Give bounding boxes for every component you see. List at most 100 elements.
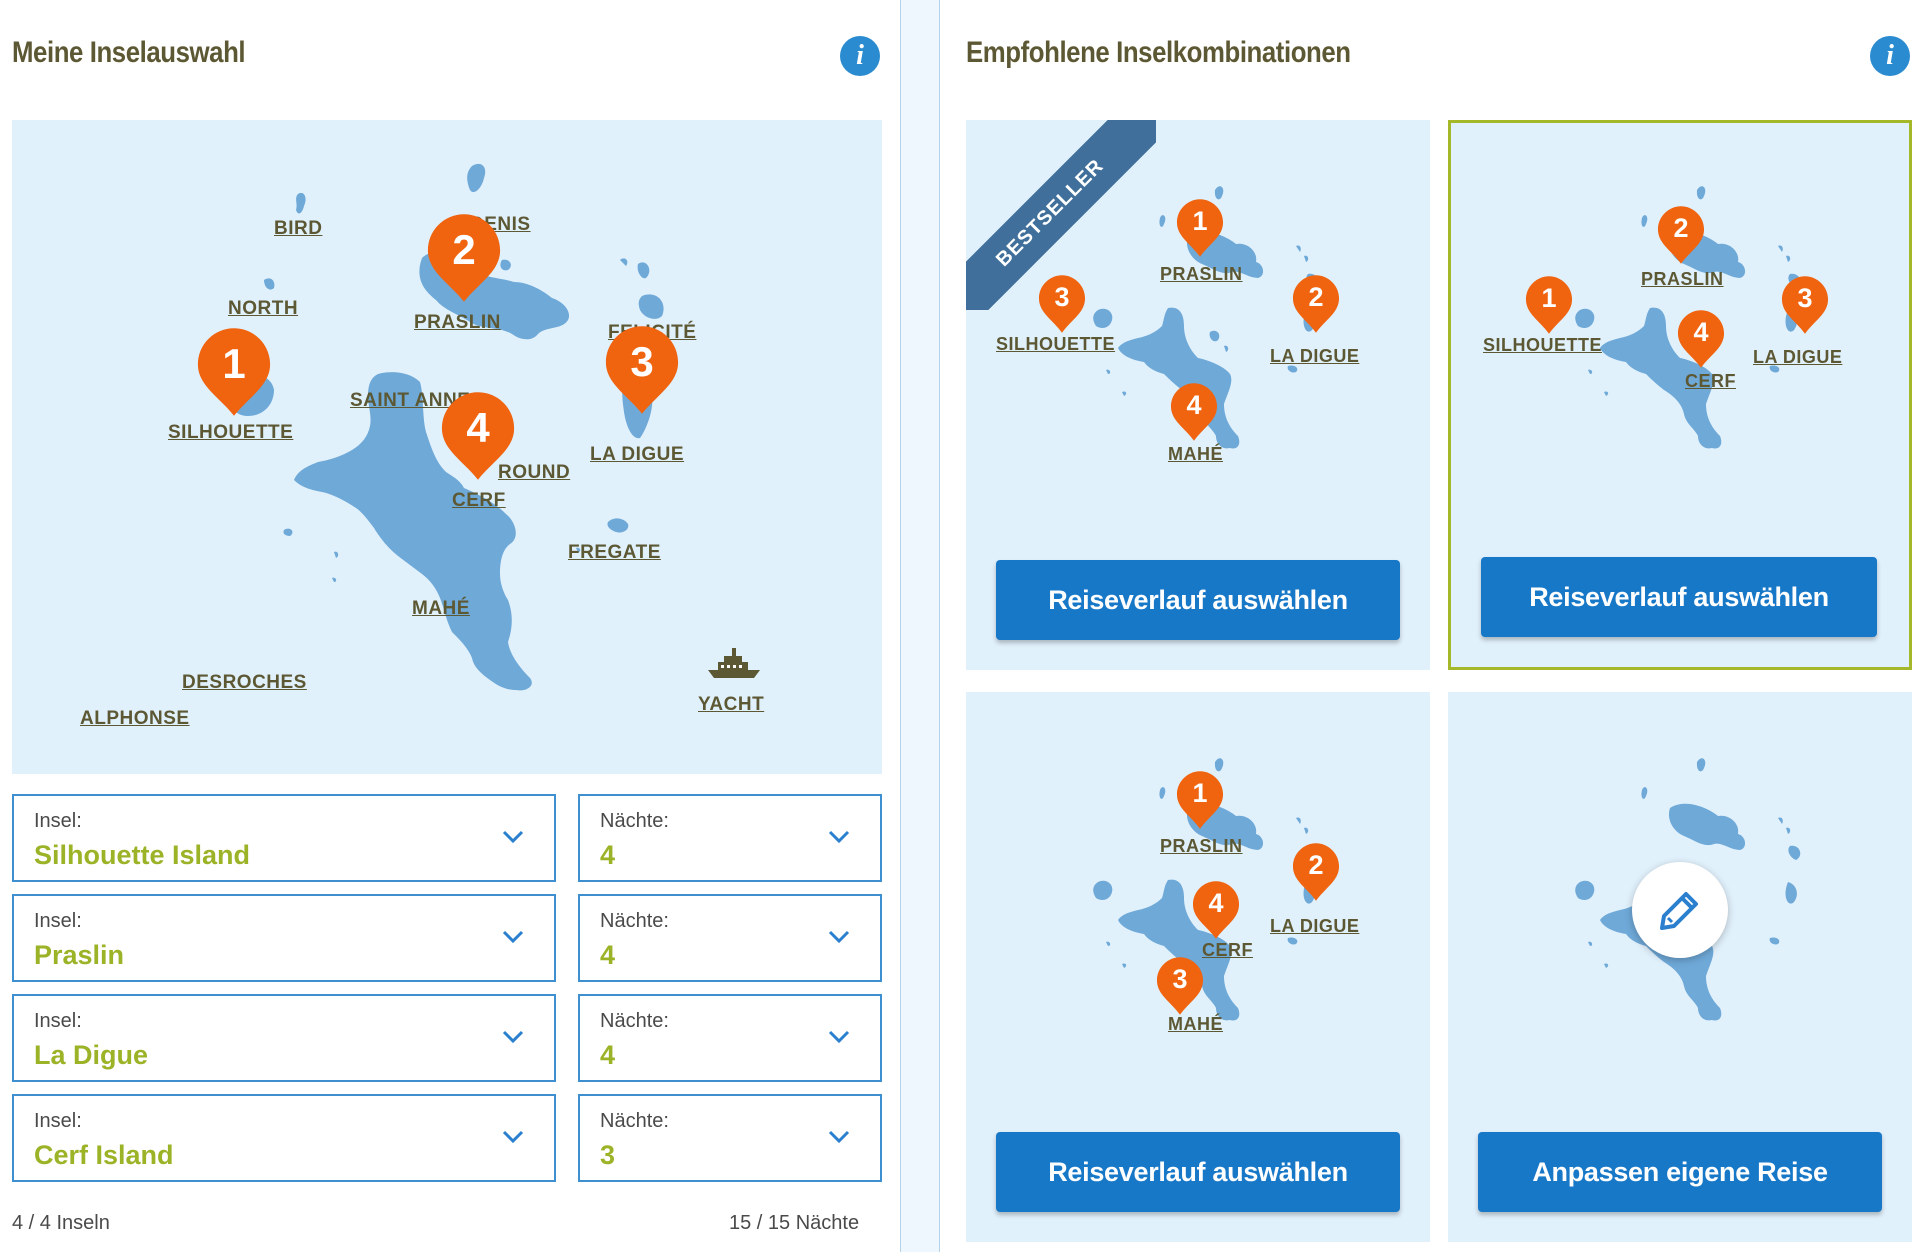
pin-number: 4	[1693, 317, 1709, 347]
pin-number: 3	[630, 338, 654, 385]
pin-number: 1	[222, 340, 246, 387]
island-value: La Digue	[34, 1040, 149, 1070]
combination-card-1[interactable]: BESTSELLER PRASLIN SILHOUETTE LA DIGUE M…	[966, 120, 1430, 670]
card-pin: 4	[1192, 880, 1240, 940]
island-value: Praslin	[34, 940, 125, 970]
island-select-2[interactable]: Insel: Praslin	[12, 894, 556, 982]
card-pin: 2	[1292, 842, 1340, 902]
pencil-icon	[1660, 892, 1698, 930]
chevron-down-icon	[502, 1130, 524, 1144]
pin-number: 2	[1308, 282, 1324, 312]
nights-select-2[interactable]: Nächte: 4	[578, 894, 882, 982]
card-label-praslin: PRASLIN	[1160, 264, 1243, 284]
chevron-down-icon	[502, 930, 524, 944]
combination-card-2[interactable]: PRASLIN SILHOUETTE LA DIGUE CERF 1 2 3 4…	[1448, 120, 1912, 670]
islands-count: 4 / 4 Inseln	[12, 1212, 110, 1234]
nights-caption: Nächte:	[600, 910, 669, 932]
nights-caption: Nächte:	[600, 1110, 669, 1132]
card-label-praslin: PRASLIN	[1641, 269, 1724, 289]
pin-number: 1	[1541, 283, 1557, 313]
card-label-praslin: PRASLIN	[1160, 836, 1243, 856]
island-value: Silhouette Island	[34, 840, 251, 870]
card-label-cerf: CERF	[1685, 371, 1736, 391]
pin-number: 4	[1208, 888, 1224, 918]
card-pin: 3	[1038, 274, 1086, 334]
map-label-praslin[interactable]: PRASLIN	[414, 312, 501, 334]
card-pin: 1	[1176, 198, 1224, 258]
map-label-bird[interactable]: BIRD	[274, 218, 322, 240]
panel-title: Empfohlene Inselkombinationen	[966, 36, 1351, 69]
chevron-down-icon	[828, 830, 850, 844]
pin-number: 3	[1797, 283, 1813, 313]
card-pin: 2	[1657, 205, 1705, 265]
chevron-down-icon	[828, 1130, 850, 1144]
pin-number: 2	[452, 226, 476, 273]
island-map: BIRD DENIS NORTH PRASLIN FELICITÉ SAINT …	[12, 120, 882, 774]
nights-caption: Nächte:	[600, 1010, 669, 1032]
map-label-silhouette[interactable]: SILHOUETTE	[168, 422, 293, 444]
select-itinerary-button[interactable]: Reiseverlauf auswählen	[996, 560, 1400, 640]
ship-icon	[708, 648, 760, 678]
chevron-down-icon	[502, 830, 524, 844]
island-caption: Insel:	[34, 1010, 82, 1032]
pin-number: 4	[466, 404, 490, 451]
nights-select-4[interactable]: Nächte: 3	[578, 1094, 882, 1182]
pin-number: 3	[1054, 282, 1070, 312]
island-select-3[interactable]: Insel: La Digue	[12, 994, 556, 1082]
island-caption: Insel:	[34, 810, 82, 832]
chevron-down-icon	[828, 1030, 850, 1044]
combination-card-3[interactable]: PRASLIN LA DIGUE CERF MAHÉ 1 2 3 4 Reise…	[966, 692, 1430, 1242]
island-selection-panel: Meine Inselauswahl i BIRD DENIS NORTH PR…	[0, 0, 900, 1252]
map-pin-4[interactable]: 4	[440, 390, 516, 482]
nights-count: 15 / 15 Nächte	[729, 1212, 860, 1234]
card-pin: 1	[1176, 770, 1224, 830]
card-label-silhouette: SILHOUETTE	[1483, 335, 1603, 355]
map-label-north[interactable]: NORTH	[228, 298, 298, 320]
card-label-la-digue: LA DIGUE	[1270, 916, 1360, 936]
map-pin-3[interactable]: 3	[604, 324, 680, 416]
nights-select-1[interactable]: Nächte: 4	[578, 794, 882, 882]
map-label-fregate[interactable]: FREGATE	[568, 542, 661, 564]
pin-number: 1	[1192, 206, 1208, 236]
map-label-cerf[interactable]: CERF	[452, 490, 506, 512]
card-label-la-digue: LA DIGUE	[1270, 346, 1360, 366]
map-pin-1[interactable]: 1	[196, 326, 272, 418]
card-pin: 4	[1170, 382, 1218, 442]
select-itinerary-button[interactable]: Reiseverlauf auswählen	[996, 1132, 1400, 1212]
island-caption: Insel:	[34, 1110, 82, 1132]
nights-value: 3	[600, 1140, 616, 1170]
map-label-alphonse[interactable]: ALPHONSE	[80, 708, 190, 730]
edit-button[interactable]	[1632, 862, 1728, 958]
card-label-mahe: MAHÉ	[1168, 1014, 1223, 1034]
map-pin-2[interactable]: 2	[426, 212, 502, 304]
map-label-desroches[interactable]: DESROCHES	[182, 672, 307, 694]
nights-select-3[interactable]: Nächte: 4	[578, 994, 882, 1082]
card-pin: 4	[1677, 309, 1725, 369]
island-select-4[interactable]: Insel: Cerf Island	[12, 1094, 556, 1182]
pin-number: 4	[1186, 390, 1202, 420]
card-pin: 3	[1781, 275, 1829, 335]
pin-number: 1	[1192, 778, 1208, 808]
customize-trip-button[interactable]: Anpassen eigene Reise	[1478, 1132, 1882, 1212]
info-icon[interactable]: i	[1870, 36, 1910, 76]
map-label-yacht[interactable]: YACHT	[698, 694, 764, 716]
card-pin: 2	[1292, 274, 1340, 334]
panel-divider	[900, 0, 940, 1252]
card-pin: 1	[1525, 275, 1573, 335]
info-icon[interactable]: i	[840, 36, 880, 76]
island-select-1[interactable]: Insel: Silhouette Island	[12, 794, 556, 882]
nights-caption: Nächte:	[600, 810, 669, 832]
chevron-down-icon	[828, 930, 850, 944]
chevron-down-icon	[502, 1030, 524, 1044]
pin-number: 2	[1308, 850, 1324, 880]
map-label-la-digue[interactable]: LA DIGUE	[590, 444, 684, 466]
card-label-silhouette: SILHOUETTE	[996, 334, 1116, 354]
map-label-mahe[interactable]: MAHÉ	[412, 598, 470, 620]
pin-number: 3	[1172, 964, 1188, 994]
pin-number: 2	[1673, 213, 1689, 243]
nights-value: 4	[600, 840, 616, 870]
island-caption: Insel:	[34, 910, 82, 932]
custom-trip-card[interactable]: Anpassen eigene Reise	[1448, 692, 1912, 1242]
select-itinerary-button[interactable]: Reiseverlauf auswählen	[1481, 557, 1877, 637]
card-label-cerf: CERF	[1202, 940, 1253, 960]
